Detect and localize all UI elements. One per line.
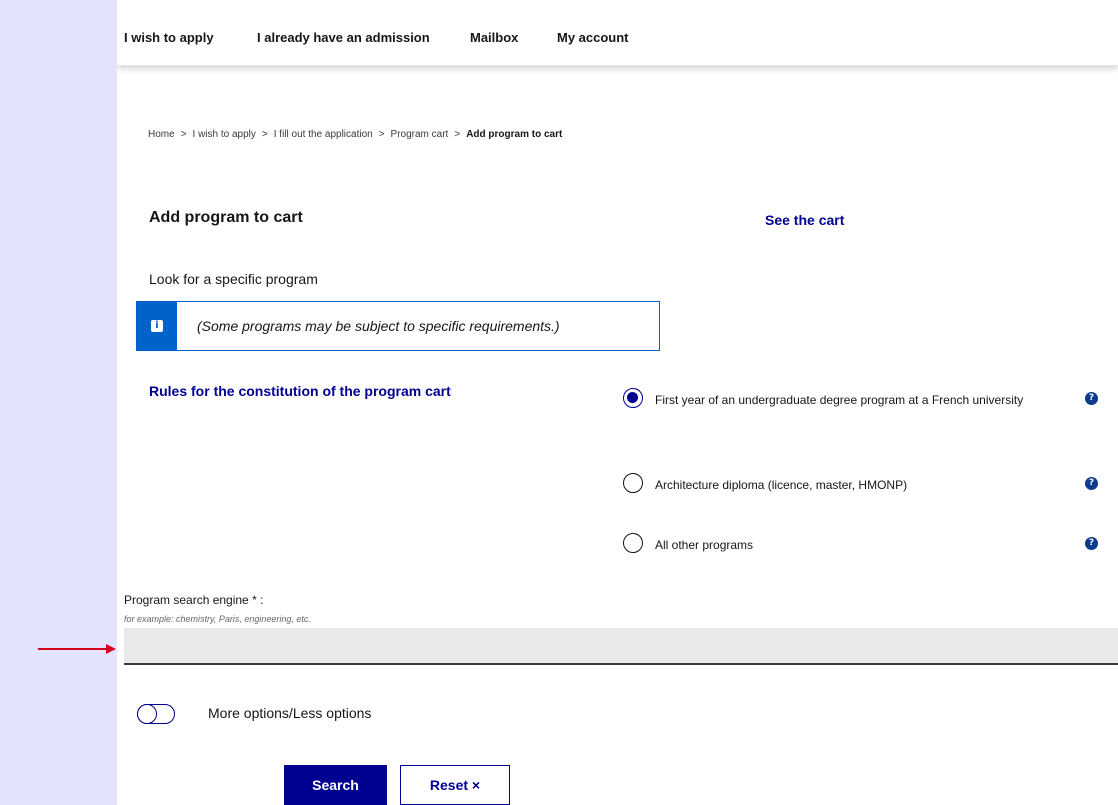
cart-rules-link[interactable]: Rules for the constitution of the progra… (149, 383, 451, 399)
info-icon: i (151, 320, 163, 332)
nav-item-i-wish-to-apply[interactable]: I wish to apply (124, 30, 214, 45)
search-hint: for example: chemistry, Paris, engineeri… (124, 614, 311, 624)
breadcrumb-separator: > (454, 129, 461, 140)
search-label: Program search engine * : (124, 593, 264, 607)
program-search-input[interactable] (124, 628, 1118, 665)
radio-button[interactable] (623, 388, 643, 408)
breadcrumb-separator: > (378, 129, 385, 140)
info-notice-text: (Some programs may be subject to specifi… (197, 318, 560, 334)
breadcrumb-i-wish-to-apply[interactable]: I wish to apply (193, 129, 256, 140)
breadcrumb-current: Add program to cart (466, 129, 563, 140)
breadcrumb-separator: > (261, 129, 268, 140)
radio-button[interactable] (623, 533, 643, 553)
help-icon[interactable]: ? (1085, 537, 1098, 550)
info-notice: i (Some programs may be subject to speci… (136, 301, 660, 351)
help-icon[interactable]: ? (1085, 477, 1098, 490)
page-title: Add program to cart (149, 209, 303, 226)
more-options-label: More options/Less options (208, 705, 372, 721)
nav-item-mailbox[interactable]: Mailbox (470, 30, 518, 45)
info-notice-bar: i (137, 302, 177, 350)
annotation-arrow-icon (38, 644, 116, 654)
radio-label: All other programs (655, 538, 754, 552)
reset-button[interactable]: Reset × (400, 765, 510, 805)
toggle-knob (137, 703, 157, 724)
help-icon[interactable]: ? (1085, 392, 1098, 405)
breadcrumb-program-cart[interactable]: Program cart (391, 129, 449, 140)
breadcrumb-separator: > (180, 129, 187, 140)
radio-button[interactable] (623, 473, 643, 493)
radio-label: Architecture diploma (licence, master, H… (655, 478, 908, 492)
section-subtitle: Look for a specific program (149, 271, 318, 287)
nav-item-admission[interactable]: I already have an admission (257, 30, 430, 45)
more-options-toggle[interactable] (137, 703, 175, 724)
search-button[interactable]: Search (284, 765, 387, 805)
top-navigation: I wish to apply I already have an admiss… (117, 0, 1118, 66)
radio-label: First year of an undergraduate degree pr… (655, 393, 1024, 407)
see-cart-link[interactable]: See the cart (765, 212, 844, 228)
nav-item-my-account[interactable]: My account (557, 30, 629, 45)
breadcrumb-home[interactable]: Home (148, 129, 175, 140)
application-panel: I wish to apply I already have an admiss… (117, 0, 1118, 805)
breadcrumb-fill-out-application[interactable]: I fill out the application (274, 129, 373, 140)
breadcrumb: Home > I wish to apply > I fill out the appl… (148, 129, 562, 140)
